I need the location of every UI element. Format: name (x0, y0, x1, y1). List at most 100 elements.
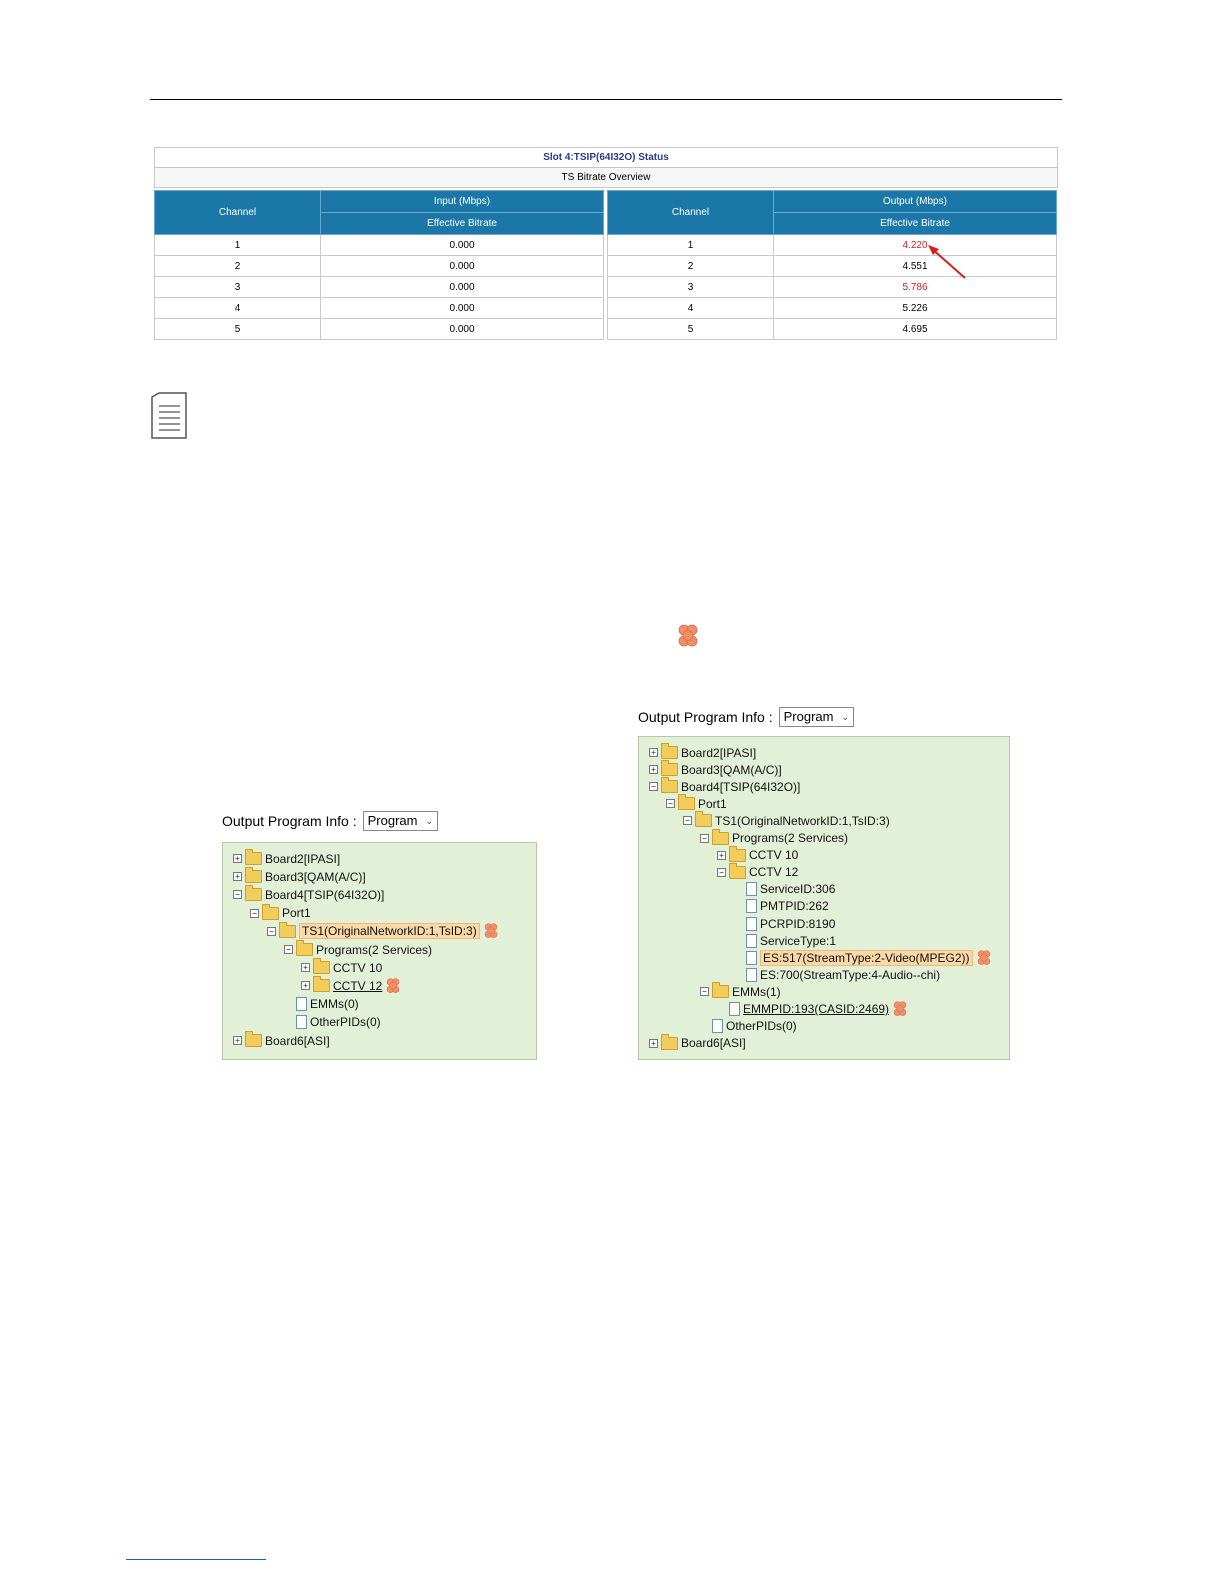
right-tree-node[interactable]: − Board4[TSIP(64I32O)] (649, 777, 800, 795)
input-table-row: 3 0.000 (154, 276, 604, 298)
folder-icon (661, 760, 678, 777)
expand-icon[interactable]: + (301, 981, 310, 991)
left-tree-node[interactable]: − Board4[TSIP(64I32O)] (233, 885, 384, 903)
folder-icon (245, 849, 262, 865)
right-program-select[interactable]: Program ⌄ (778, 707, 855, 727)
right-tree-node[interactable]: − TS1(OriginalNetworkID:1,TsID:3) (683, 811, 890, 829)
collapse-icon[interactable]: − (250, 908, 259, 918)
note-document-icon (151, 392, 187, 439)
right-tree-node[interactable]: − Programs(2 Services) (700, 828, 848, 847)
warning-icon (484, 923, 497, 939)
left-tree-node[interactable]: + Board2[IPASI] (233, 849, 340, 867)
warning-icon (678, 624, 698, 647)
tree-node-label: EMMs(1) (732, 984, 781, 999)
right-tree-node[interactable]: + Board2[IPASI] (649, 743, 756, 761)
tree-node-label: OtherPIDs(0) (726, 1019, 797, 1034)
tree-node-label: ServiceType:1 (760, 933, 837, 948)
tree-node-label: PCRPID:8190 (760, 916, 836, 931)
output-bitrate-table: Channel Output (Mbps) Effective Bitrate … (607, 190, 1057, 340)
collapse-icon[interactable]: − (683, 816, 692, 826)
right-tree-node[interactable]: ES:517(StreamType:2-Video(MPEG2)) (734, 949, 992, 966)
expand-icon[interactable]: + (233, 1036, 242, 1045)
expand-icon[interactable]: + (233, 872, 242, 882)
right-tree-node[interactable]: ServiceID:306 (734, 881, 835, 898)
output-table-row: 1 4.220 (607, 234, 1057, 256)
right-tree-node[interactable]: + CCTV 10 (717, 845, 799, 864)
expand-icon[interactable]: + (649, 1038, 658, 1048)
file-icon (296, 1015, 307, 1030)
file-icon (746, 950, 757, 965)
folder-icon (262, 903, 279, 920)
input-table-row: 2 0.000 (154, 255, 604, 277)
collapse-icon[interactable]: − (233, 890, 242, 900)
left-tree-node[interactable]: − Port1 (250, 903, 311, 922)
left-tree-node[interactable]: − TS1(OriginalNetworkID:1,TsID:3) (267, 921, 499, 940)
tree-node-label: Board3[QAM(A/C)] (681, 762, 782, 777)
collapse-icon[interactable]: − (649, 782, 658, 792)
folder-icon (695, 811, 712, 828)
right-tree-node[interactable]: EMMPID:193(CASID:2469) (717, 1001, 908, 1018)
output-table-row: 3 5.786 (607, 276, 1057, 298)
right-tree-node[interactable]: − CCTV 12 (717, 862, 798, 881)
collapse-icon[interactable]: − (284, 945, 293, 954)
file-icon (746, 967, 757, 982)
left-tree-node[interactable]: + Board6[ASI] (233, 1031, 330, 1049)
collapse-icon[interactable]: − (700, 833, 709, 843)
folder-icon (296, 940, 313, 956)
left-tree-node[interactable]: + CCTV 10 (301, 958, 382, 976)
right-tree-node[interactable]: − EMMs(1) (700, 982, 781, 1000)
input-channel-cell: 2 (154, 255, 321, 277)
left-tree-node[interactable]: + CCTV 12 (301, 976, 401, 994)
tree-node-label: Board3[QAM(A/C)] (265, 869, 366, 884)
left-tree-node[interactable]: + Board3[QAM(A/C)] (233, 867, 366, 885)
right-select-value: Program (783, 709, 834, 724)
footer-link-rule (126, 1559, 266, 1560)
right-tree-node[interactable]: ServiceType:1 (734, 932, 836, 949)
output-channel-cell: 2 (607, 255, 774, 277)
input-group-header: Input (Mbps) (320, 190, 604, 213)
tree-node-label: OtherPIDs(0) (310, 1015, 381, 1030)
output-table-row: 2 4.551 (607, 255, 1057, 277)
output-table-row: 4 5.226 (607, 297, 1057, 319)
input-bitrate-cell: 0.000 (320, 297, 604, 319)
tree-node-label: PMTPID:262 (760, 899, 829, 914)
folder-icon (245, 867, 262, 884)
folder-icon (245, 1031, 262, 1047)
left-program-tree: + Board2[IPASI] + Board3[QAM(A/C)] − Board4[T… (222, 842, 537, 1060)
right-tree-node[interactable]: + Board3[QAM(A/C)] (649, 760, 782, 778)
right-tree-node[interactable]: OtherPIDs(0) (700, 1018, 797, 1035)
tree-node-label: CCTV 10 (749, 848, 799, 863)
left-tree-node[interactable]: − Programs(2 Services) (284, 940, 432, 958)
right-tree-node[interactable]: ES:700(StreamType:4-Audio--chi) (734, 966, 940, 983)
input-bitrate-cell: 0.000 (320, 234, 604, 256)
expand-icon[interactable]: + (301, 963, 310, 973)
expand-icon[interactable]: + (233, 854, 242, 863)
status-table-subtitle: TS Bitrate Overview (154, 168, 1058, 188)
left-panel-label: Output Program Info : (222, 813, 357, 829)
left-program-select[interactable]: Program ⌄ (362, 811, 439, 831)
collapse-icon[interactable]: − (717, 867, 726, 877)
file-icon (296, 997, 307, 1012)
right-tree-node[interactable]: PMTPID:262 (734, 898, 829, 915)
collapse-icon[interactable]: − (267, 926, 276, 936)
collapse-icon[interactable]: − (700, 987, 709, 997)
ts-bitrate-status-table: Slot 4:TSIP(64I32O) Status TS Bitrate Ov… (154, 147, 1058, 340)
warning-icon (387, 978, 400, 993)
expand-icon[interactable]: + (649, 748, 658, 757)
left-output-program-info: Output Program Info : Program ⌄ (222, 811, 439, 831)
right-tree-node[interactable]: − Port1 (666, 794, 727, 812)
right-tree-node[interactable]: + Board6[ASI] (649, 1033, 746, 1052)
output-channel-header: Channel (607, 190, 774, 235)
folder-icon (712, 828, 729, 845)
input-bitrate-cell: 0.000 (320, 276, 604, 298)
left-tree-node[interactable]: OtherPIDs(0) (284, 1014, 381, 1031)
output-table-row: 5 4.695 (607, 318, 1057, 340)
collapse-icon[interactable]: − (666, 799, 675, 809)
expand-icon[interactable]: + (649, 765, 658, 775)
left-tree-node[interactable]: EMMs(0) (284, 996, 359, 1013)
warning-icon (977, 950, 990, 965)
right-tree-node[interactable]: PCRPID:8190 (734, 915, 835, 932)
expand-icon[interactable]: + (717, 850, 726, 860)
folder-icon (729, 845, 746, 862)
file-icon (746, 882, 757, 897)
